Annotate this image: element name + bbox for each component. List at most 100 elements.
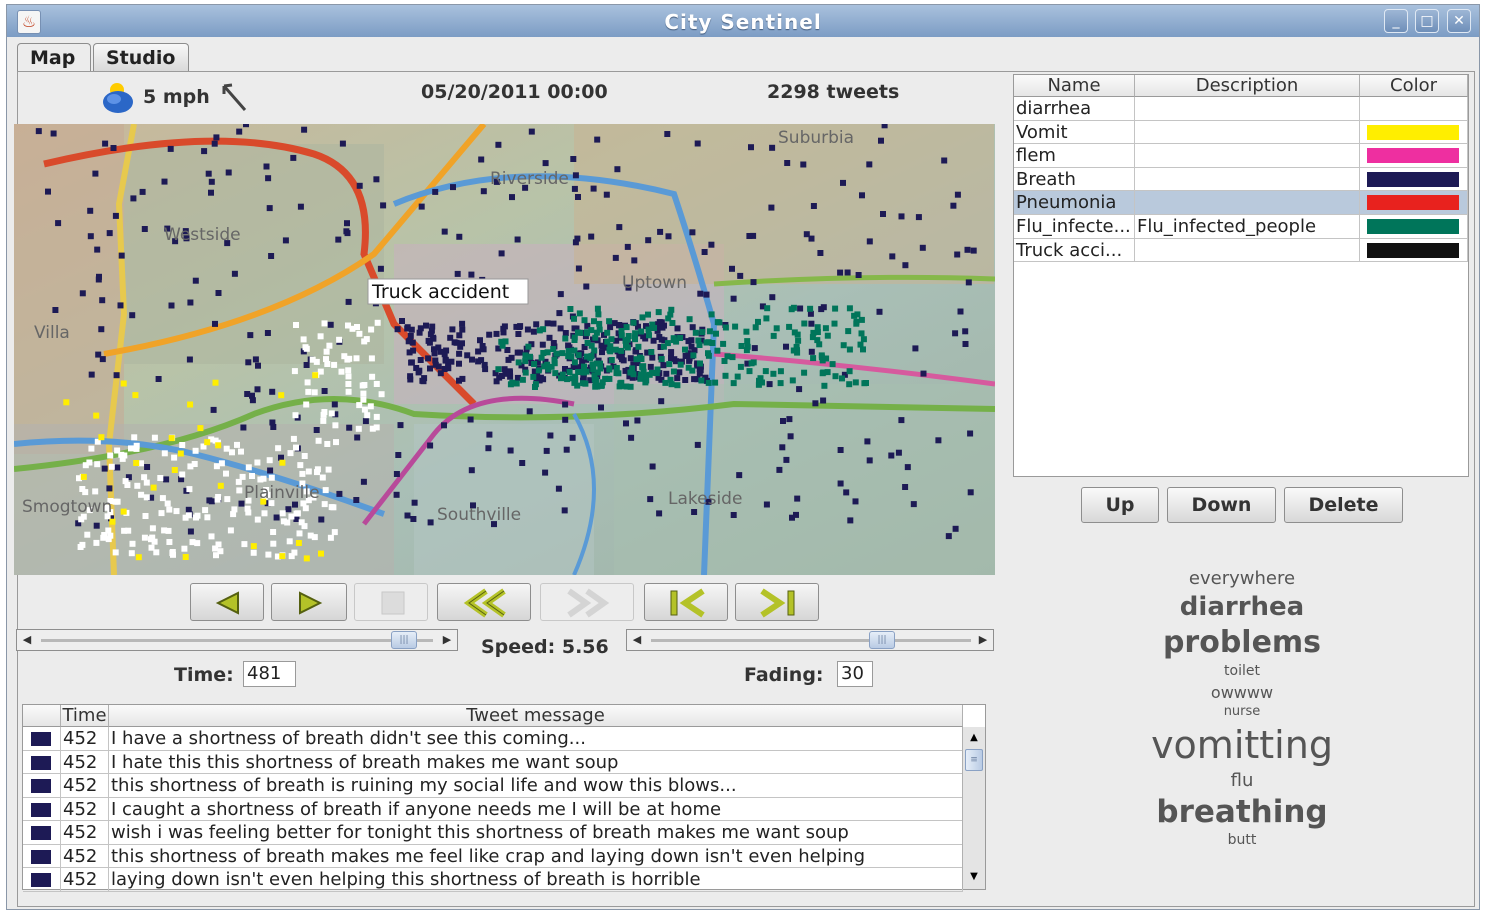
time-field[interactable]: 481 <box>243 661 296 687</box>
slider-left-arrow-icon[interactable]: ◀ <box>17 630 37 650</box>
slider-left-arrow-icon[interactable]: ◀ <box>627 630 647 650</box>
topic-color-cell[interactable] <box>1360 167 1468 192</box>
map-canvas[interactable]: Suburbia Riverside Westside Uptown Villa… <box>14 124 995 575</box>
breath-marker <box>236 128 243 135</box>
flu-marker <box>746 368 753 375</box>
topic-name-cell[interactable]: Pneumonia <box>1014 191 1135 215</box>
flu-marker <box>705 379 712 386</box>
topic-description-cell[interactable] <box>1135 144 1360 168</box>
slider-track[interactable] <box>651 639 971 642</box>
tweet-time-cell[interactable]: 452 <box>61 821 109 845</box>
fast-forward-button[interactable] <box>540 583 634 621</box>
tweet-message-cell[interactable]: I have a shortness of breath didn't see … <box>109 727 963 751</box>
topic-color-cell[interactable] <box>1360 191 1468 215</box>
skip-to-start-button[interactable] <box>644 583 728 621</box>
tweet-time-cell[interactable]: 452 <box>61 868 109 892</box>
topic-color-cell[interactable] <box>1360 120 1468 145</box>
topic-description-cell[interactable] <box>1135 120 1360 145</box>
tweet-message-cell[interactable]: I caught a shortness of breath if anyone… <box>109 797 963 822</box>
fading-slider[interactable]: ◀ ||| ▶ <box>626 629 994 651</box>
topic-name-cell[interactable]: Truck acci... <box>1014 238 1135 263</box>
fading-field[interactable]: 30 <box>837 661 873 687</box>
tweet-message-cell[interactable]: this shortness of breath makes me feel l… <box>109 844 963 869</box>
tweet-color-cell[interactable] <box>23 868 61 892</box>
topic-color-cell[interactable] <box>1360 238 1468 263</box>
skip-to-end-button[interactable] <box>735 583 819 621</box>
topic-name-cell[interactable]: Breath <box>1014 167 1135 192</box>
map-view[interactable]: Suburbia Riverside Westside Uptown Villa… <box>14 124 995 575</box>
slider-track[interactable] <box>41 639 433 642</box>
play-button[interactable] <box>271 583 347 621</box>
maximize-icon[interactable]: □ <box>1415 9 1439 33</box>
tweet-message-cell[interactable]: this shortness of breath is ruining my s… <box>109 774 963 798</box>
breath-marker <box>93 522 100 529</box>
tweet-time-cell[interactable]: 452 <box>61 750 109 775</box>
topic-description-cell[interactable] <box>1135 191 1360 215</box>
topic-description-cell[interactable]: Flu_infected_people <box>1135 215 1360 239</box>
slider-right-arrow-icon[interactable]: ▶ <box>973 630 993 650</box>
tweet-color-cell[interactable] <box>23 727 61 751</box>
column-header-color[interactable]: Color <box>1360 75 1468 97</box>
minimize-icon[interactable]: _ <box>1384 9 1408 33</box>
scroll-thumb[interactable]: ≡ <box>965 749 983 771</box>
tweet-time-cell[interactable]: 452 <box>61 797 109 822</box>
topic-color-cell[interactable] <box>1360 97 1468 121</box>
vomit-marker <box>303 555 310 562</box>
tweets-table[interactable]: Time Tweet message 452 I have a shortness… <box>22 704 986 892</box>
tweets-scrollbar[interactable]: ▲ ≡ ▼ <box>962 727 985 889</box>
flu-marker <box>705 350 711 357</box>
rewind-button[interactable] <box>437 583 531 621</box>
topic-name-cell[interactable]: diarrhea <box>1014 97 1135 121</box>
column-header-description[interactable]: Description <box>1135 75 1360 97</box>
scroll-down-arrow-icon[interactable]: ▼ <box>965 868 983 886</box>
tweet-color-cell[interactable] <box>23 797 61 822</box>
tweet-color-cell[interactable] <box>23 844 61 869</box>
tweet-time-cell[interactable]: 452 <box>61 727 109 751</box>
scroll-up-arrow-icon[interactable]: ▲ <box>965 729 983 747</box>
topic-name-cell[interactable]: Flu_infecte... <box>1014 215 1135 239</box>
down-button[interactable]: Down <box>1167 487 1276 523</box>
tweet-message-cell[interactable]: laying down isn't even helping this shor… <box>109 868 963 892</box>
topic-description-cell[interactable] <box>1135 97 1360 121</box>
stop-button[interactable] <box>354 583 428 621</box>
topics-table[interactable]: Name Description Color diarrhea Vomit flem… <box>1013 74 1469 477</box>
time-slider[interactable]: ◀ ||| ▶ <box>16 629 458 651</box>
word-cloud-term: everywhere <box>1188 568 1296 589</box>
white-marker <box>189 539 196 546</box>
topic-description-cell[interactable] <box>1135 238 1360 263</box>
slider-right-arrow-icon[interactable]: ▶ <box>437 630 457 650</box>
tweet-message-cell[interactable]: I hate this this shortness of breath mak… <box>109 750 963 775</box>
column-header-name[interactable]: Name <box>1014 75 1135 97</box>
time-slider-thumb[interactable]: ||| <box>391 631 417 649</box>
white-marker <box>303 401 310 408</box>
title-bar[interactable]: ♨ City Sentinel _ □ ✕ <box>7 5 1479 37</box>
topic-color-cell[interactable] <box>1360 144 1468 168</box>
topic-name-cell[interactable]: flem <box>1014 144 1135 168</box>
breath-marker <box>404 325 411 332</box>
tweet-time-cell[interactable]: 452 <box>61 774 109 798</box>
topic-color-cell[interactable] <box>1360 215 1468 239</box>
step-back-button[interactable] <box>190 583 264 621</box>
topic-description-cell[interactable] <box>1135 167 1360 192</box>
column-header-color-swatch[interactable] <box>23 705 61 727</box>
flu-marker <box>822 325 829 332</box>
tweet-color-cell[interactable] <box>23 774 61 798</box>
white-marker <box>204 514 211 521</box>
close-icon[interactable]: ✕ <box>1447 9 1471 33</box>
tweet-time-cell[interactable]: 452 <box>61 844 109 869</box>
topic-name-cell[interactable]: Vomit <box>1014 120 1135 145</box>
flu-marker <box>646 332 652 339</box>
tab-studio[interactable]: Studio <box>93 43 189 71</box>
tweet-color-cell[interactable] <box>23 750 61 775</box>
up-button[interactable]: Up <box>1081 487 1159 523</box>
tab-map[interactable]: Map <box>17 43 91 71</box>
fading-slider-thumb[interactable]: ||| <box>869 631 895 649</box>
column-header-tweet-message[interactable]: Tweet message <box>109 705 963 727</box>
delete-button[interactable]: Delete <box>1284 487 1403 523</box>
white-marker <box>182 514 189 521</box>
white-marker <box>173 508 180 515</box>
column-header-time[interactable]: Time <box>61 705 109 727</box>
breath-marker <box>425 355 432 362</box>
tweet-message-cell[interactable]: wish i was feeling better for tonight th… <box>109 821 963 845</box>
tweet-color-cell[interactable] <box>23 821 61 845</box>
